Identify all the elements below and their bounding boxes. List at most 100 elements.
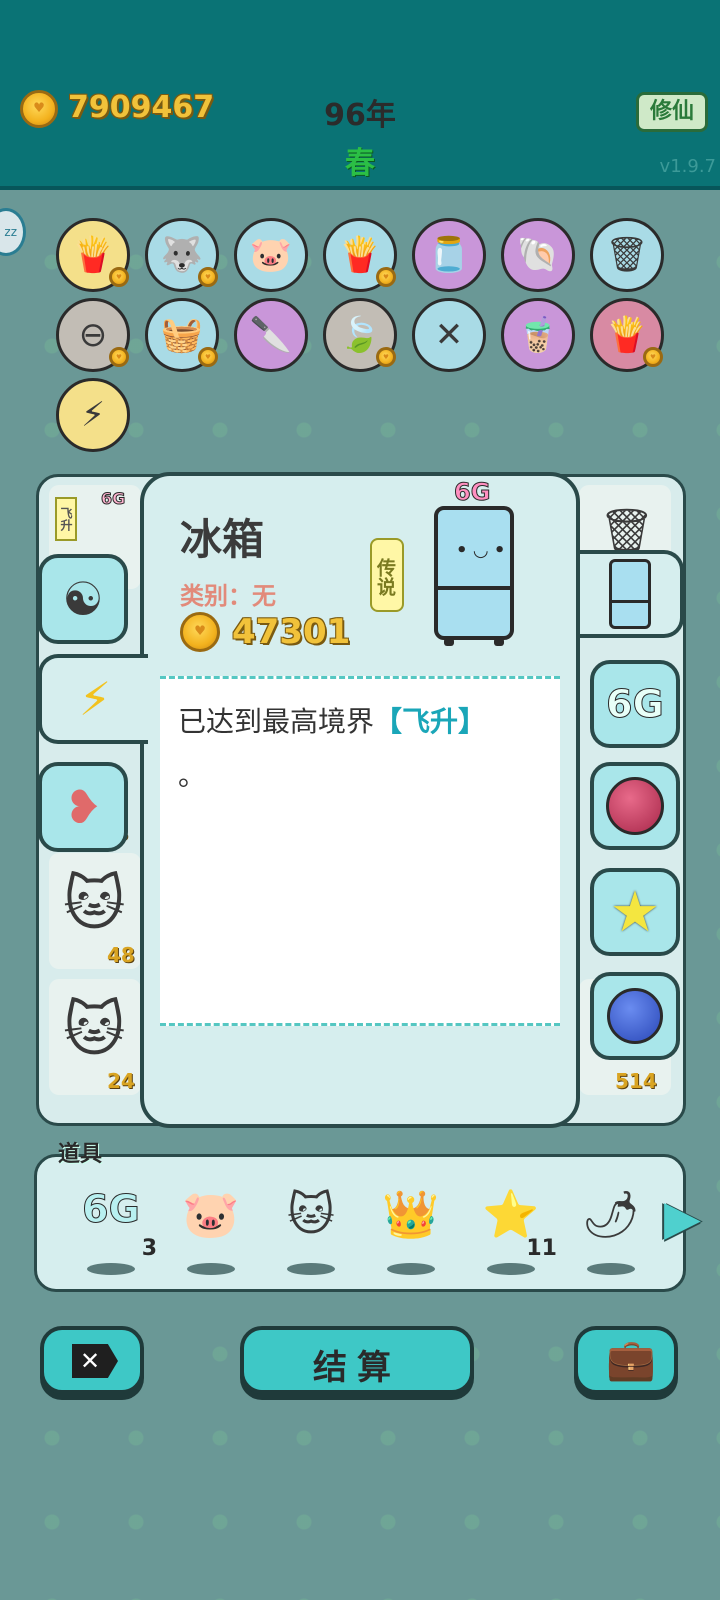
coin-icon [643,347,663,367]
husky-icon: 🐺 [160,235,204,275]
grid-item-drink[interactable]: 🧋 [501,298,575,372]
grid-item-fries[interactable]: 🍟 [590,298,664,372]
tab-fridge[interactable] [580,550,684,638]
description-highlight: 【飞升】 [374,705,487,738]
grid-item-fries[interactable]: 🍟 [323,218,397,292]
fries-icon: 🍟 [71,235,115,275]
item-title: 冰箱 [180,515,265,564]
jar-icon: 🫙 [427,235,471,275]
cultivate-button[interactable]: 修仙 [636,92,708,132]
bag-button[interactable]: 💼 [574,1326,678,1394]
coin-icon [198,347,218,367]
coin-icon [198,267,218,287]
description-text: 已达到最高境界【飞升】。 [178,695,548,803]
grid-item-cleaver[interactable]: 🔪 [234,298,308,372]
star-icon: ★ [609,879,661,945]
grid-item-fries[interactable]: 🍟 [56,218,130,292]
settle-label: 结算 [313,1348,401,1388]
item-price: 47301 [232,612,351,652]
grid-item-piggy-bank[interactable]: 🐷 [234,218,308,292]
fries-icon: 🍟 [338,235,382,275]
prop-count: 11 [526,1236,557,1261]
grid-item-jar[interactable]: 🫙 [412,218,486,292]
props-next-arrow[interactable]: ▶ [664,1188,701,1250]
grid-item-trash-bag[interactable]: 🗑 [590,218,664,292]
props-bar: 6G 3 🐷 🐱 👑 ⭐ 11 🌶 [34,1154,686,1292]
rarity-tag: 传说 [370,538,404,612]
tab-liver[interactable]: ❥ [38,762,128,852]
chopsticks-icon: ✕ [434,315,464,355]
coin-icon [109,267,129,287]
tab-lychee[interactable] [590,762,680,850]
chili-icon: 🌶 [581,1187,641,1241]
fridge-icon: • ◡ • [434,506,514,646]
sixg-icon: 6G [606,682,665,727]
card-count: 24 [107,1069,135,1093]
cleaver-icon: 🔪 [249,315,293,355]
star-icon: ⭐ [482,1187,540,1241]
ascend-tag: 飞升 [55,497,77,541]
minus-icon: ⊖ [78,315,108,355]
crown-icon: 👑 [382,1187,440,1241]
grid-item-basket[interactable]: 🧺 [145,298,219,372]
prop-item-chili[interactable]: 🌶 [571,1187,651,1275]
tab-6g[interactable]: 6G [590,660,680,748]
piggy-bank-icon: 🐷 [249,235,293,275]
tab-blueberry[interactable] [590,972,680,1060]
cat-frame-icon: 🐱 [287,1187,335,1241]
close-button[interactable]: ✕ [40,1326,144,1394]
tab-lightning[interactable]: ⚡ [38,654,148,744]
grid-item-leaf[interactable]: 🍃 [323,298,397,372]
props-label: 道具 [58,1142,103,1167]
description-suffix: 。 [178,759,207,792]
grid-item-lightning[interactable]: ⚡ [56,378,130,452]
lightning-icon: ⚡ [81,395,105,435]
liver-icon: ❥ [63,780,103,834]
season-label: 春 [345,146,375,181]
prop-item-cat-frame[interactable]: 🐱 [271,1187,351,1275]
year-label: 96年 [324,98,396,133]
grid-item-chopsticks[interactable]: ✕ [412,298,486,372]
6g-icon: 6G [82,1187,141,1232]
fries-icon: 🍟 [605,315,649,355]
grid-item-husky[interactable]: 🐺 [145,218,219,292]
item-detail-dialog: 冰箱 类别：无 47301 传说 6G • ◡ • 已达到最高境界【飞升】。 [140,472,580,1128]
description-box: 已达到最高境界【飞升】。 [160,676,560,1026]
grid-item-shell[interactable]: 🐚 [501,218,575,292]
coin-icon [20,90,58,128]
back-card-cat-1[interactable]: 🐱 48 [49,853,141,969]
leaf-icon: 🍃 [338,315,382,355]
fridge-face: • ◡ • [456,540,506,561]
back-card-cat-2[interactable]: 🐱 24 [49,979,141,1095]
prop-item-crown[interactable]: 👑 [371,1187,451,1275]
coin-icon [376,347,396,367]
item-category: 类别：无 [180,582,276,610]
sixg-badge: 6G [453,478,491,507]
coin-icon [109,347,129,367]
close-icon: ✕ [72,1344,118,1378]
prop-item-6g[interactable]: 6G 3 [71,1187,157,1275]
lychee-icon [606,777,664,835]
grid-item-minus[interactable]: ⊖ [56,298,130,372]
fridge-icon [609,559,651,629]
description-prefix: 已达到最高境界 [178,705,375,738]
tab-yin-yang[interactable]: ☯ [38,554,128,644]
settle-button[interactable]: 结算 [240,1326,474,1394]
tab-star[interactable]: ★ [590,868,680,956]
basket-icon: 🧺 [160,315,204,355]
trash-bag-icon: 🗑 [605,235,649,275]
coin-balance: 7909467 [68,90,215,125]
yin-yang-icon: ☯ [62,572,104,626]
shell-icon: 🐚 [516,235,560,275]
version-label: v1.9.7 [659,156,716,177]
card-count: 514 [615,1069,657,1093]
card-count: 48 [107,943,135,967]
cat-icon: 🐱 [63,995,126,1065]
blueberry-icon [607,988,663,1044]
prop-item-piggy-bank[interactable]: 🐷 [171,1187,251,1275]
coin-icon [180,612,220,652]
lightning-icon: ⚡ [78,672,112,726]
prop-item-star[interactable]: ⭐ 11 [471,1187,557,1275]
piggy-bank-icon: 🐷 [182,1187,240,1241]
coin-icon [376,267,396,287]
